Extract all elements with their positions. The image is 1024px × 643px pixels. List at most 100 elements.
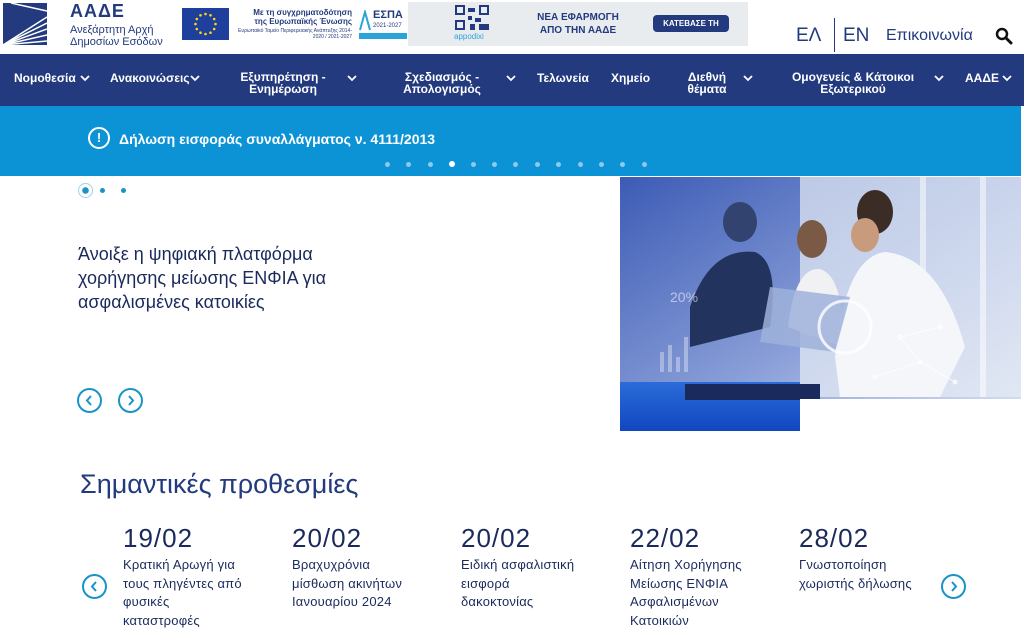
main-navigation: Νομοθεσία Ανακοινώσεις Εξυπηρέτηση - Ενημ…: [0, 54, 1024, 106]
slider-next-button[interactable]: [118, 388, 143, 413]
deadline-desc-line: μίσθωση ακινήτων: [292, 575, 403, 591]
deadline-item[interactable]: 20/02 Ειδική ασφαλιστική εισφορά δακοκτο…: [461, 523, 621, 612]
deadline-item[interactable]: 20/02 Βραχυχρόνια μίσθωση ακινήτων Ιανου…: [292, 523, 452, 612]
deadline-date: 20/02: [461, 523, 532, 553]
deadlines-prev-button[interactable]: [82, 574, 107, 599]
slider-pagination: [78, 183, 138, 199]
pagination-dot[interactable]: [534, 162, 540, 167]
chevron-down-icon[interactable]: [506, 74, 516, 82]
chevron-right-icon: [128, 395, 135, 406]
slide-title-line3[interactable]: ασφαλισμένες κατοικίες: [78, 290, 498, 314]
chevron-down-icon[interactable]: [934, 74, 944, 82]
pagination-dot[interactable]: [620, 162, 626, 167]
pagination-dot[interactable]: [599, 162, 604, 167]
chevron-down-icon[interactable]: [190, 74, 200, 82]
search-icon[interactable]: [995, 27, 1013, 45]
deadline-item[interactable]: 28/02 Γνωστοποίηση χωριστής δήλωσης: [799, 523, 959, 593]
contact-link[interactable]: Επικοινωνία: [886, 27, 973, 45]
deadline-desc-line: Ασφαλισμένων: [630, 594, 719, 609]
download-app-button[interactable]: ΚΑΤΕΒΑΣΕ ΤΗ: [653, 15, 729, 32]
nav-item-sxediasmos[interactable]: Σχεδιασμός - Απολογισμός: [398, 71, 486, 95]
deadline-description[interactable]: Ειδική ασφαλιστική εισφορά δακοκτονίας: [461, 556, 621, 612]
language-el-link[interactable]: ΕΛ: [796, 25, 821, 47]
nav-item-nomothesia[interactable]: Νομοθεσία: [14, 72, 76, 84]
deadline-date: 22/02: [630, 523, 701, 553]
deadline-date: 19/02: [123, 523, 194, 553]
pagination-dot[interactable]: [121, 188, 126, 193]
info-alert-icon: !: [88, 127, 110, 149]
aade-logo-icon[interactable]: [3, 3, 47, 45]
deadline-date: 28/02: [799, 523, 870, 553]
pagination-dot[interactable]: [470, 162, 476, 167]
pagination-dot[interactable]: [492, 162, 497, 167]
chevron-down-icon[interactable]: [1002, 74, 1012, 82]
deadline-description[interactable]: Γνωστοποίηση χωριστής δήλωσης: [799, 556, 959, 593]
deadline-desc-line: Μείωσης ΕΝΦΙΑ: [630, 575, 729, 591]
nav-item-exypiretisi[interactable]: Εξυπηρέτηση - Ενημέρωση: [236, 71, 330, 95]
espa-years: 2021-2027: [373, 23, 402, 29]
espa-mark-icon: [359, 10, 371, 31]
hero-image: 20%: [620, 177, 1021, 431]
nav-label-line2: Εξωτερικού: [820, 82, 886, 96]
deadline-description[interactable]: Βραχυχρόνια μίσθωση ακινήτων Ιανουαρίου …: [292, 556, 452, 612]
deadline-desc-line: Βραχυχρόνια: [292, 557, 371, 572]
nav-item-aade[interactable]: ΑΑΔΕ: [965, 72, 999, 84]
deadline-desc-line: καταστροφές: [123, 612, 200, 628]
pagination-dot[interactable]: [577, 162, 583, 167]
pagination-dot[interactable]: [406, 162, 412, 167]
espa-logo: ΕΣΠΑ 2021-2027: [359, 9, 407, 39]
deadlines-title: Σημαντικές προθεσμίες: [80, 469, 359, 499]
slide-title-line2[interactable]: χορήγησης μείωσης ΕΝΦΙΑ για: [78, 266, 498, 290]
pagination-dot[interactable]: [385, 162, 390, 167]
nav-label: ΑΑΔΕ: [965, 71, 999, 85]
deadline-desc-line: χωριστής δήλωσης: [799, 575, 912, 591]
svg-text:20%: 20%: [670, 289, 698, 305]
nav-label-line2: θέματα: [687, 82, 727, 96]
chevron-down-icon[interactable]: [347, 74, 357, 82]
espa-bar: [359, 33, 407, 39]
deadline-description[interactable]: Αίτηση Χορήγησης Μείωσης ΕΝΦΙΑ Ασφαλισμέ…: [630, 556, 790, 630]
deadline-desc-line: Κατοικιών: [630, 612, 689, 628]
pagination-dot[interactable]: [641, 162, 647, 167]
nav-label-line2: Απολογισμός: [403, 82, 481, 96]
deadline-item[interactable]: 22/02 Αίτηση Χορήγησης Μείωσης ΕΝΦΙΑ Ασφ…: [630, 523, 790, 630]
nav-item-telonia[interactable]: Τελωνεία: [537, 72, 589, 84]
pagination-dot[interactable]: [556, 162, 562, 167]
logo-subtitle-1: Ανεξάρτητη Αρχή: [70, 24, 154, 36]
nav-item-anakoinoseis[interactable]: Ανακοινώσεις: [110, 72, 190, 84]
nav-item-ximeio[interactable]: Χημείο: [611, 72, 650, 84]
nav-label: Ανακοινώσεις: [110, 71, 190, 85]
deadline-desc-line: Ιανουαρίου 2024: [292, 594, 392, 609]
logo-subtitle-2: Δημοσίων Εσόδων: [70, 36, 163, 48]
announcement-link[interactable]: Δήλωση εισφοράς συναλλάγματος ν. 4111/20…: [119, 131, 435, 147]
top-header: ΑΑΔΕ Ανεξάρτητη Αρχή Δημοσίων Εσόδων Με …: [0, 0, 1024, 54]
slide-title-line1[interactable]: Άνοιξε η ψηφιακή πλατφόρμα: [78, 242, 498, 266]
deadline-desc-line: Αίτηση Χορήγησης: [630, 557, 742, 572]
app-promo-banner[interactable]: appodixi ΝΕΑ ΕΦΑΡΜΟΓΗ ΑΠΟ ΤΗΝ ΑΑΔΕ ΚΑΤΕΒ…: [408, 2, 748, 46]
deadline-desc-line: τους πληγέντες από: [123, 575, 242, 591]
deadline-desc-line: δακοκτονίας: [461, 594, 534, 609]
pagination-dot[interactable]: [100, 188, 105, 193]
eu-cofunding-text: Με τη συγχρηματοδότηση της Ευρωπαϊκής Έν…: [236, 8, 352, 40]
language-en-link[interactable]: EN: [843, 25, 869, 47]
deadline-description[interactable]: Κρατική Αρωγή για τους πληγέντες από φυσ…: [123, 556, 283, 630]
logo-title[interactable]: ΑΑΔΕ: [70, 1, 125, 22]
nav-item-diethni[interactable]: Διεθνή θέματα: [680, 71, 734, 95]
pagination-dot[interactable]: [449, 161, 456, 167]
nav-item-omogeneis[interactable]: Ομογενείς & Κάτοικοι Εξωτερικού: [782, 71, 924, 95]
slider-prev-button[interactable]: [77, 388, 102, 413]
pagination-dot[interactable]: [513, 162, 519, 167]
announcement-banner[interactable]: ! Δήλωση εισφοράς συναλλάγματος ν. 4111/…: [0, 106, 1021, 176]
espa-label: ΕΣΠΑ: [373, 9, 403, 21]
deadline-item[interactable]: 19/02 Κρατική Αρωγή για τους πληγέντες α…: [123, 523, 283, 630]
app-banner-title-1: ΝΕΑ ΕΦΑΡΜΟΓΗ: [537, 12, 619, 23]
chevron-down-icon[interactable]: [743, 74, 753, 82]
eu-text-2: της Ευρωπαϊκής Ένωσης: [254, 17, 352, 26]
deadline-desc-line: φυσικές: [123, 594, 170, 609]
pagination-dot[interactable]: [78, 183, 93, 198]
chevron-left-icon: [90, 581, 97, 592]
eu-text-1: Με τη συγχρηματοδότηση: [253, 8, 352, 17]
chevron-down-icon[interactable]: [80, 74, 90, 82]
nav-label: Τελωνεία: [537, 71, 589, 85]
pagination-dot[interactable]: [427, 162, 433, 167]
